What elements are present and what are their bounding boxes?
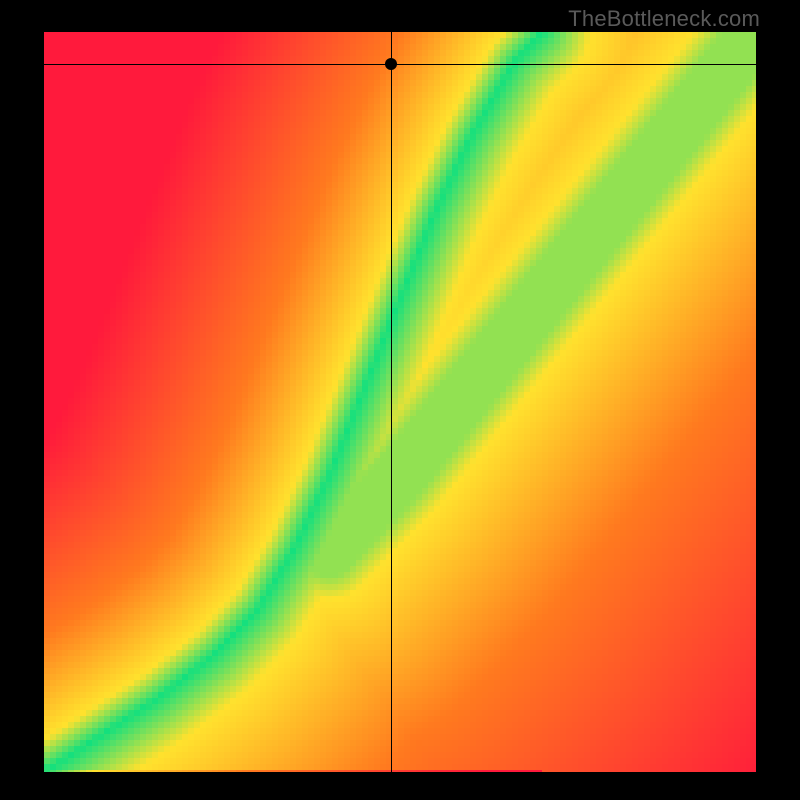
- crosshair-vertical: [391, 32, 392, 772]
- heatmap-plot: [44, 32, 756, 772]
- chart-stage: TheBottleneck.com: [0, 0, 800, 800]
- marker-dot: [385, 58, 397, 70]
- watermark-text: TheBottleneck.com: [568, 6, 760, 32]
- crosshair-horizontal: [44, 64, 756, 65]
- heatmap-canvas: [44, 32, 756, 772]
